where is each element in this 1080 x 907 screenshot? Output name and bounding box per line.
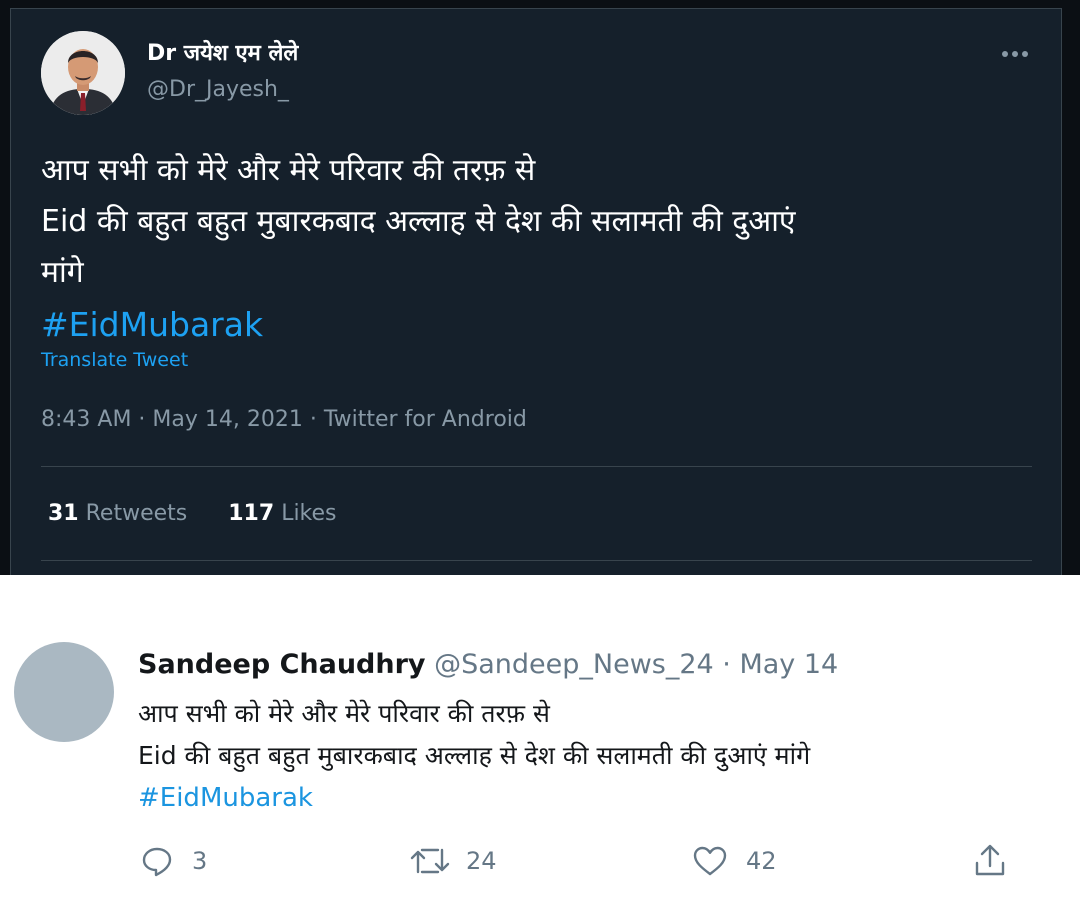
tweet-header: Sandeep Chaudhry @Sandeep_News_24 · May …	[138, 647, 838, 683]
retweets-count: 31	[48, 501, 79, 526]
reply-button[interactable]: 3	[140, 843, 207, 879]
hashtag-link[interactable]: #EidMubarak	[138, 777, 1068, 819]
display-name[interactable]: Dr जयेश एम लेले	[147, 39, 298, 69]
avatar[interactable]	[14, 642, 114, 742]
reply-count: 3	[192, 847, 208, 875]
tweet-text-line: Eid की बहुत बहुत मुबारकबाद अल्लाह से देश…	[41, 204, 796, 239]
retweet-button[interactable]: 24	[408, 843, 497, 879]
hashtag-link[interactable]: #EidMubarak	[41, 298, 1041, 352]
like-count: 42	[746, 847, 777, 875]
tweet-text-line: Eid की बहुत बहुत मुबारकबाद अल्लाह से देश…	[138, 741, 811, 770]
divider	[41, 560, 1032, 561]
retweets-label: Retweets	[85, 501, 188, 526]
divider	[41, 466, 1032, 467]
likes-count: 117	[228, 501, 275, 526]
tweet-text-line: मांगे	[41, 255, 84, 290]
tweet-text-line: आप सभी को मेरे और मेरे परिवार की तरफ़ से	[138, 699, 550, 728]
tweet-text: आप सभी को मेरे और मेरे परिवार की तरफ़ से…	[138, 693, 1068, 819]
reply-icon	[142, 847, 172, 877]
likes-stat[interactable]: 117 Likes	[228, 499, 336, 529]
avatar[interactable]	[41, 31, 125, 115]
light-tweet-card: Sandeep Chaudhry @Sandeep_News_24 · May …	[0, 575, 1080, 907]
dark-tweet-card: Dr जयेश एम लेले @Dr_Jayesh_ आप सभी को मे…	[10, 8, 1062, 575]
handle-and-date[interactable]: @Sandeep_News_24 · May 14	[434, 649, 838, 680]
tweet-text: आप सभी को मेरे और मेरे परिवार की तरफ़ से…	[41, 145, 1041, 352]
tweet-stats: 31 Retweets 117 Likes	[48, 499, 337, 529]
retweets-stat[interactable]: 31 Retweets	[48, 499, 187, 529]
like-icon	[693, 846, 727, 876]
share-icon	[975, 844, 1005, 876]
tweet-text-line: आप सभी को मेरे और मेरे परिवार की तरफ़ से	[41, 153, 536, 188]
likes-label: Likes	[281, 501, 337, 526]
share-button[interactable]	[972, 843, 1008, 879]
like-button[interactable]: 42	[692, 843, 777, 879]
tweet-timestamp[interactable]: 8:43 AM · May 14, 2021 · Twitter for And…	[41, 405, 527, 435]
profile-photo	[41, 31, 125, 115]
user-handle[interactable]: @Dr_Jayesh_	[147, 75, 289, 105]
more-horizontal-icon[interactable]	[993, 39, 1037, 69]
dark-tweet-panel: Dr जयेश एम लेले @Dr_Jayesh_ आप सभी को मे…	[0, 0, 1080, 575]
retweet-icon	[410, 848, 450, 874]
retweet-count: 24	[466, 847, 497, 875]
translate-tweet-link[interactable]: Translate Tweet	[41, 345, 188, 375]
display-name[interactable]: Sandeep Chaudhry	[138, 649, 426, 680]
